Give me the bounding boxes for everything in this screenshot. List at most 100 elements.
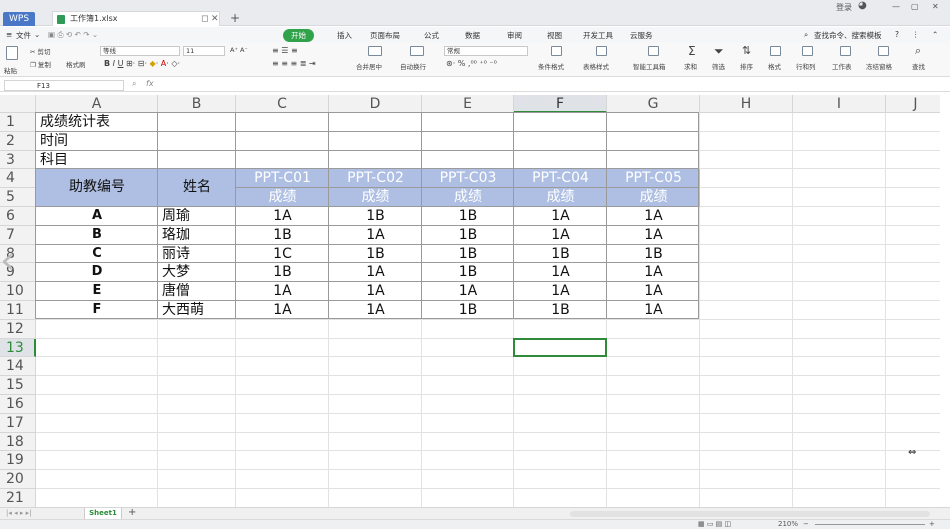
name-box[interactable]: F13: [4, 80, 124, 91]
score-label-4[interactable]: 成绩: [514, 188, 607, 206]
sum-icon[interactable]: Σ: [688, 44, 696, 58]
student-name-cell[interactable]: 丽诗: [162, 245, 234, 263]
font-style-buttons[interactable]: B I U ⊞· ⊟· ◆· A· ◇·: [104, 59, 180, 68]
row-col-button[interactable]: 行和列: [796, 61, 816, 71]
tab-close-icon[interactable]: ✕: [211, 12, 219, 26]
command-search-input[interactable]: 查找命令、搜索模板: [814, 30, 882, 41]
score-cell[interactable]: 1A: [329, 282, 422, 300]
score-cell[interactable]: 1A: [607, 301, 700, 319]
sort-button[interactable]: 排序: [740, 61, 753, 71]
row-header-19[interactable]: 19: [0, 451, 36, 471]
menu-insert[interactable]: 插入: [337, 30, 352, 41]
chevron-down-icon[interactable]: ⌄: [34, 30, 40, 39]
worksheet-icon[interactable]: [840, 46, 851, 56]
score-cell[interactable]: 1B: [514, 245, 607, 263]
score-cell[interactable]: 1B: [514, 301, 607, 319]
view-mode-icons[interactable]: ▦ ▭ ▤ ◫: [698, 520, 731, 528]
login-link[interactable]: 登录: [836, 2, 852, 13]
row-header-17[interactable]: 17: [0, 413, 36, 433]
column-header-f[interactable]: F: [514, 95, 607, 113]
row-header-10[interactable]: 10: [0, 282, 36, 301]
select-all-corner[interactable]: [0, 95, 36, 113]
course-header-3[interactable]: PPT-C03: [422, 169, 514, 187]
cell-a2-time[interactable]: 时间: [40, 132, 156, 150]
paste-label[interactable]: 粘贴: [4, 65, 17, 75]
column-header-a[interactable]: A: [36, 95, 158, 113]
score-cell[interactable]: 1B: [422, 301, 514, 319]
row-header-18[interactable]: 18: [0, 432, 36, 452]
student-id-cell[interactable]: D: [36, 263, 158, 281]
number-format-select[interactable]: 常规: [444, 46, 528, 56]
row-header-13[interactable]: 13: [0, 338, 36, 358]
menu-developer[interactable]: 开发工具: [583, 30, 613, 41]
maximize-icon[interactable]: ▢: [911, 2, 919, 11]
zoom-out-icon[interactable]: −: [803, 520, 809, 528]
filter-button[interactable]: 筛选: [712, 61, 725, 71]
wrap-text-icon[interactable]: [410, 46, 424, 56]
row-header-21[interactable]: 21: [0, 489, 36, 507]
document-tab[interactable]: 工作簿1.xlsx ◻ ✕: [52, 11, 220, 26]
student-name-cell[interactable]: 大梦: [162, 263, 234, 281]
course-header-1[interactable]: PPT-C01: [236, 169, 329, 187]
column-header-g[interactable]: G: [607, 95, 700, 113]
wps-brand-tab[interactable]: WPS: [3, 12, 36, 26]
help-icon[interactable]: ?: [895, 30, 899, 39]
table-style-icon[interactable]: [596, 46, 607, 56]
align-horizontal-icons[interactable]: ≡ ≡ ≡ ≣ ⇥: [272, 59, 316, 68]
row-header-20[interactable]: 20: [0, 470, 36, 489]
tab-pin-icon[interactable]: ◻: [201, 12, 208, 26]
wrap-text-button[interactable]: 自动换行: [400, 61, 426, 71]
conditional-format-button[interactable]: 条件格式: [538, 61, 564, 71]
score-cell[interactable]: 1B: [422, 207, 514, 225]
score-cell[interactable]: 1C: [236, 245, 329, 263]
zoom-in-icon[interactable]: +: [929, 520, 935, 528]
score-label-3[interactable]: 成绩: [422, 188, 514, 206]
row-header-1[interactable]: 1: [0, 113, 36, 132]
cell-a3-subject[interactable]: 科目: [40, 151, 156, 169]
freeze-panes-icon[interactable]: [878, 46, 889, 56]
conditional-format-icon[interactable]: [551, 46, 562, 56]
row-header-15[interactable]: 15: [0, 376, 36, 395]
score-cell[interactable]: 1B: [422, 226, 514, 244]
align-top-icons[interactable]: ≡ ☰ ≡: [272, 46, 298, 55]
find-icon[interactable]: ⌕: [915, 44, 921, 58]
student-id-cell[interactable]: B: [36, 226, 158, 244]
copy-button[interactable]: ❐ 复制: [30, 59, 51, 69]
row-col-icon[interactable]: [802, 46, 813, 56]
student-id-cell[interactable]: F: [36, 301, 158, 319]
score-cell[interactable]: 1A: [514, 226, 607, 244]
course-header-4[interactable]: PPT-C04: [514, 169, 607, 187]
paste-icon[interactable]: [6, 46, 18, 60]
row-header-2[interactable]: 2: [0, 131, 36, 151]
score-cell[interactable]: 1A: [329, 226, 422, 244]
fx-icon[interactable]: fx: [146, 79, 154, 88]
spreadsheet-grid[interactable]: A B C D E F G H I J 1 2 3 4 5 6 7 8 9 10 11 12 13 14 15 16 17 18 19 2…: [0, 92, 940, 507]
close-window-icon[interactable]: ✕: [932, 2, 939, 11]
score-cell[interactable]: 1A: [236, 282, 329, 300]
menu-formula[interactable]: 公式: [424, 30, 439, 41]
search-icon[interactable]: ⌕: [804, 30, 808, 40]
find-button[interactable]: 查找: [912, 61, 925, 71]
freeze-panes-button[interactable]: 冻结窗格: [866, 61, 892, 71]
score-cell[interactable]: 1B: [607, 245, 700, 263]
cell-b4-name-header[interactable]: 姓名: [158, 178, 236, 196]
minimize-icon[interactable]: —: [892, 2, 900, 11]
format-painter-button[interactable]: 格式刷: [66, 59, 86, 69]
new-tab-button[interactable]: +: [230, 11, 240, 25]
smart-toolbox-icon[interactable]: [648, 46, 659, 56]
sum-button[interactable]: 求和: [684, 61, 697, 71]
score-cell[interactable]: 1B: [329, 207, 422, 225]
column-header-c[interactable]: C: [236, 95, 329, 113]
score-label-2[interactable]: 成绩: [329, 188, 422, 206]
score-cell[interactable]: 1A: [236, 207, 329, 225]
number-format-icons[interactable]: ⊛· % ‚⁰⁰ ⁺⁰ ⁻⁰: [446, 59, 497, 68]
menu-home[interactable]: 开始: [283, 29, 314, 42]
zoom-level[interactable]: 210%: [778, 520, 798, 528]
student-id-cell[interactable]: E: [36, 282, 158, 300]
student-name-cell[interactable]: 周瑜: [162, 207, 234, 225]
score-cell[interactable]: 1B: [422, 245, 514, 263]
cell-a1-title[interactable]: 成绩统计表: [40, 113, 156, 131]
score-cell[interactable]: 1A: [607, 207, 700, 225]
score-label-5[interactable]: 成绩: [607, 188, 700, 206]
active-cell-f13[interactable]: [513, 337, 607, 358]
